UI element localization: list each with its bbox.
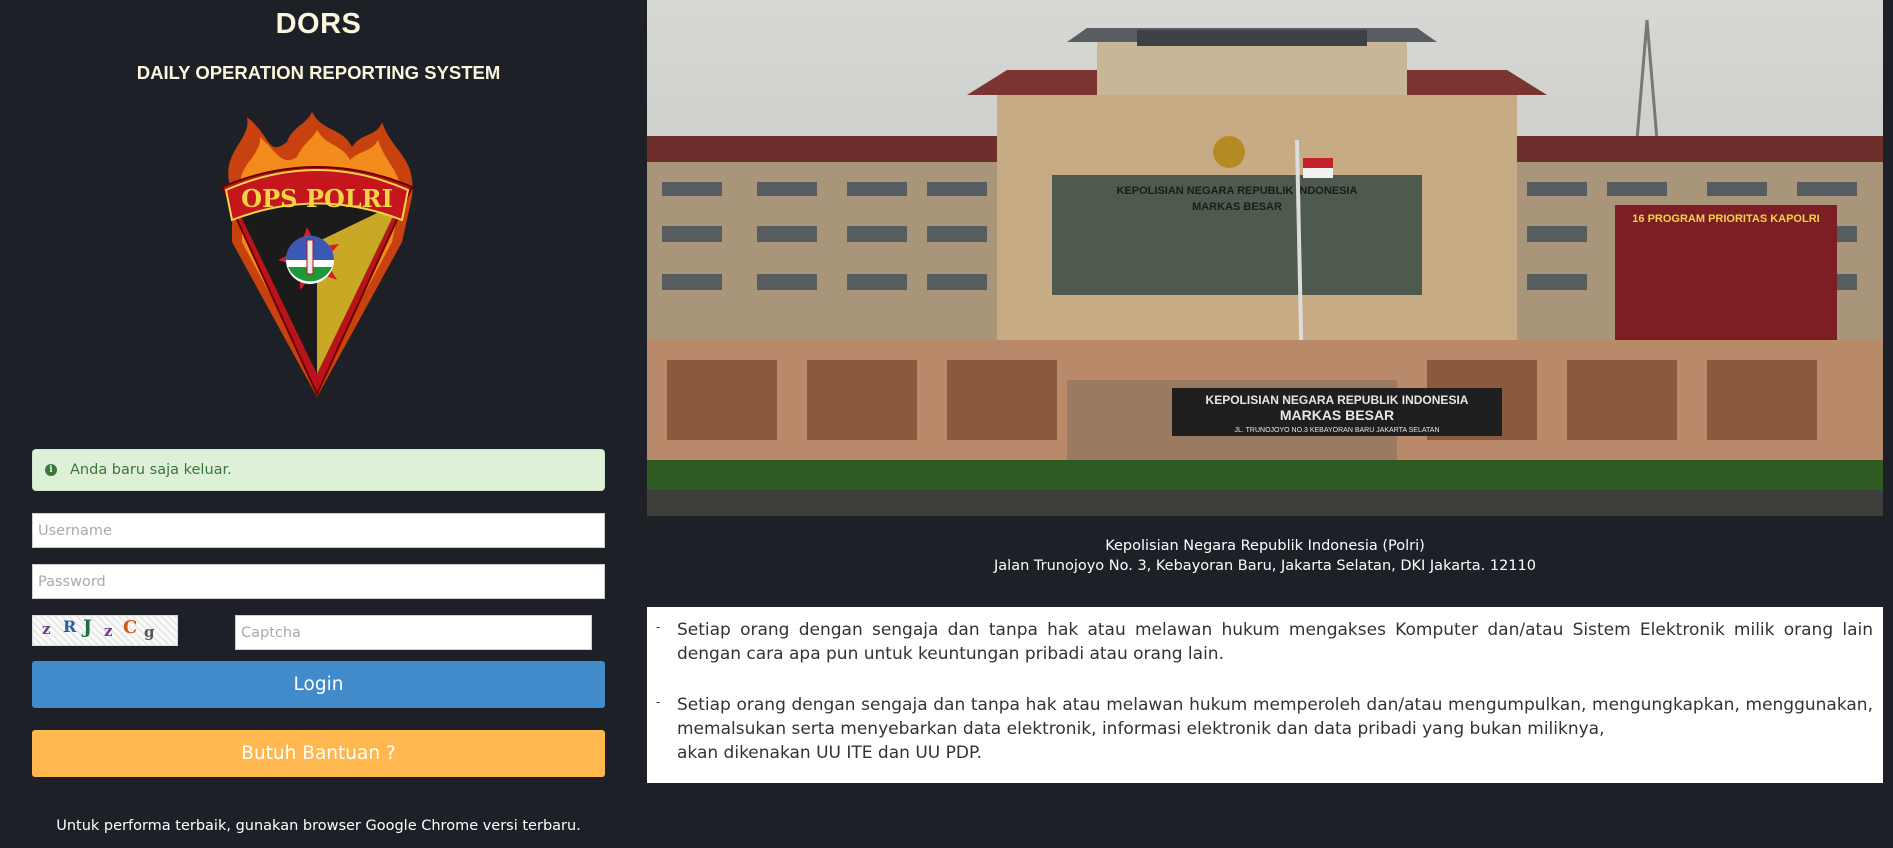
svg-text:JL. TRUNOJOYO NO.3 KEBAYORAN B: JL. TRUNOJOYO NO.3 KEBAYORAN BARU JAKART…	[1235, 427, 1440, 434]
ops-polri-logo: OPS POLRI	[220, 112, 414, 397]
svg-text:16 PROGRAM PRIORITAS KAPOLRI: 16 PROGRAM PRIORITAS KAPOLRI	[1632, 213, 1819, 225]
logout-alert: i Anda baru saja keluar.	[32, 449, 605, 491]
logo-text: OPS POLRI	[241, 184, 393, 213]
captcha-input[interactable]	[235, 615, 592, 650]
headquarters-photo: KEPOLISIAN NEGARA REPUBLIK INDONESIA MAR…	[647, 0, 1883, 516]
svg-text:KEPOLISIAN NEGARA REPUBLIK IND: KEPOLISIAN NEGARA REPUBLIK INDONESIA	[1116, 185, 1357, 197]
svg-text:MARKAS BESAR: MARKAS BESAR	[1280, 407, 1394, 423]
app-subtitle: DAILY OPERATION REPORTING SYSTEM	[136, 62, 501, 83]
notice-text: Setiap orang dengan sengaja dan tanpa ha…	[677, 695, 1873, 763]
alert-message: Anda baru saja keluar.	[70, 462, 232, 478]
login-button[interactable]: Login	[32, 661, 605, 708]
login-panel: DORS DAILY OPERATION REPORTING SYSTEM OP…	[0, 0, 640, 848]
browser-note: Untuk performa terbaik, gunakan browser …	[56, 818, 581, 834]
address-block: Kepolisian Negara Republik Indonesia (Po…	[647, 536, 1883, 576]
legal-notice: - Setiap orang dengan sengaja dan tanpa …	[647, 607, 1883, 783]
username-input[interactable]	[32, 513, 605, 548]
captcha-image: z R J z C g	[32, 615, 178, 646]
password-input[interactable]	[32, 564, 605, 599]
info-icon: i	[45, 464, 57, 476]
address-line1: Kepolisian Negara Republik Indonesia (Po…	[1105, 538, 1425, 554]
notice-item: - Setiap orang dengan sengaja dan tanpa …	[656, 618, 1873, 666]
app-title: DORS	[275, 8, 362, 40]
notice-text: Setiap orang dengan sengaja dan tanpa ha…	[677, 620, 1873, 664]
svg-text:KEPOLISIAN NEGARA REPUBLIK IND: KEPOLISIAN NEGARA REPUBLIK INDONESIA	[1206, 393, 1469, 407]
tower-icon	[306, 239, 314, 275]
notice-bullet: -	[656, 620, 661, 634]
address-line2: Jalan Trunojoyo No. 3, Kebayoran Baru, J…	[994, 558, 1536, 574]
svg-text:MARKAS BESAR: MARKAS BESAR	[1192, 201, 1282, 213]
notice-bullet: -	[656, 695, 661, 709]
help-button[interactable]: Butuh Bantuan ?	[32, 730, 605, 777]
building-illustration: KEPOLISIAN NEGARA REPUBLIK INDONESIA MAR…	[647, 0, 1883, 516]
notice-item: - Setiap orang dengan sengaja dan tanpa …	[656, 693, 1873, 765]
